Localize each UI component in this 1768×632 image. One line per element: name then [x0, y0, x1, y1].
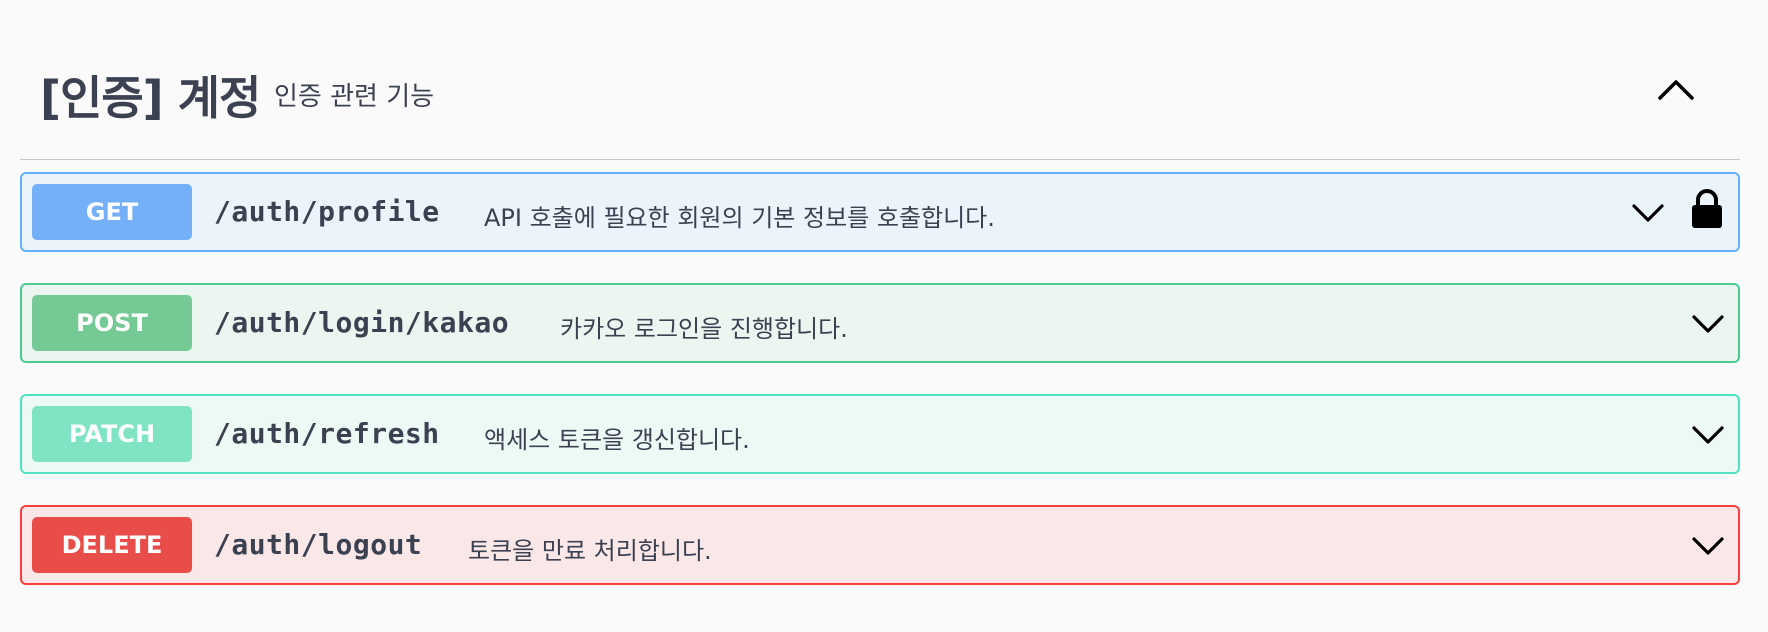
lock-icon[interactable]: [1690, 188, 1724, 230]
chevron-down-icon[interactable]: [1688, 303, 1728, 343]
method-badge[interactable]: GET: [32, 184, 192, 240]
operation-patch-auth-refresh[interactable]: PATCH /auth/refresh 액세스 토큰을 갱신합니다.: [20, 394, 1740, 474]
tag-header[interactable]: [인증] 계정 인증 관련 기능: [20, 40, 1740, 160]
tag-description: 인증 관련 기능: [274, 82, 435, 112]
chevron-down-icon[interactable]: [1628, 192, 1668, 232]
operation-path[interactable]: /auth/refresh: [214, 417, 440, 450]
operation-summary: 토큰을 만료 처리합니다.: [468, 537, 712, 565]
method-badge[interactable]: POST: [32, 295, 192, 351]
operation-post-auth-login-kakao[interactable]: POST /auth/login/kakao 카카오 로그인을 진행합니다.: [20, 283, 1740, 363]
chevron-down-icon[interactable]: [1688, 525, 1728, 565]
operation-summary: API 호출에 필요한 회원의 기본 정보를 호출합니다.: [484, 204, 995, 232]
api-tag-section: [인증] 계정 인증 관련 기능 GET /auth/profile API 호…: [0, 0, 1768, 632]
operation-path[interactable]: /auth/logout: [214, 528, 422, 561]
chevron-up-icon[interactable]: [1652, 66, 1700, 114]
operation-summary: 카카오 로그인을 진행합니다.: [560, 315, 848, 343]
tag-title: [인증] 계정: [40, 71, 261, 125]
method-badge[interactable]: DELETE: [32, 517, 192, 573]
operation-summary: 액세스 토큰을 갱신합니다.: [484, 426, 750, 454]
method-badge[interactable]: PATCH: [32, 406, 192, 462]
operation-delete-auth-logout[interactable]: DELETE /auth/logout 토큰을 만료 처리합니다.: [20, 505, 1740, 585]
operation-path[interactable]: /auth/login/kakao: [214, 306, 509, 339]
operation-get-auth-profile[interactable]: GET /auth/profile API 호출에 필요한 회원의 기본 정보를…: [20, 172, 1740, 252]
operation-path[interactable]: /auth/profile: [214, 195, 440, 228]
chevron-down-icon[interactable]: [1688, 414, 1728, 454]
